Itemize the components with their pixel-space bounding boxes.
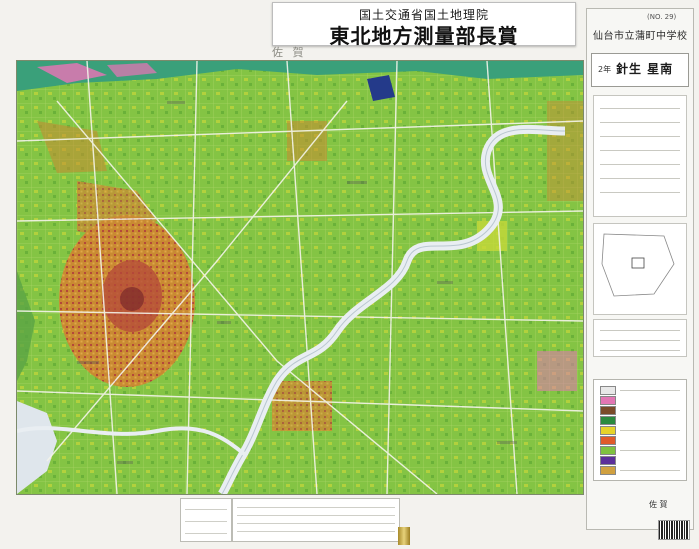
legend	[593, 379, 687, 481]
legend-swatch	[600, 436, 616, 445]
student-box: 2年 針生 星南	[591, 53, 689, 87]
legend-swatch	[600, 416, 616, 425]
grade-label: 2年	[598, 65, 612, 74]
legend-note	[232, 498, 400, 542]
student-name: 針生 星南	[616, 62, 674, 76]
legend-swatch	[600, 466, 616, 475]
barcode-label	[658, 520, 690, 540]
method-block	[593, 319, 687, 357]
legend-swatch	[600, 446, 616, 455]
land-use-map	[16, 60, 584, 495]
award-name: 東北地方測量部長賞	[329, 24, 519, 48]
index-map	[593, 223, 687, 315]
town-area	[272, 381, 332, 431]
place-label: 佐 賀	[649, 500, 668, 509]
legend-swatch	[600, 396, 616, 405]
legend-swatch	[600, 386, 616, 395]
legend-swatch	[600, 406, 616, 415]
legend-note-left	[180, 498, 232, 542]
award-label: 国土交通省国土地理院 東北地方測量部長賞	[272, 2, 576, 48]
entry-number: (NO. 29)	[647, 13, 677, 21]
notes-block	[593, 95, 687, 217]
gold-seal	[398, 527, 410, 545]
legend-swatch	[600, 456, 616, 465]
map-sheet: 佐 賀 国土交通省国土地理院 東北地方測量部長賞 (NO. 29) 仙台市立蒲町…	[0, 0, 699, 549]
map-graphic	[17, 61, 583, 494]
index-map-graphic	[601, 233, 675, 297]
school-name: 仙台市立蒲町中学校	[593, 31, 688, 42]
info-panel: (NO. 29) 仙台市立蒲町中学校 2年 針生 星南 佐 賀	[586, 8, 694, 530]
legend-swatch	[600, 426, 616, 435]
